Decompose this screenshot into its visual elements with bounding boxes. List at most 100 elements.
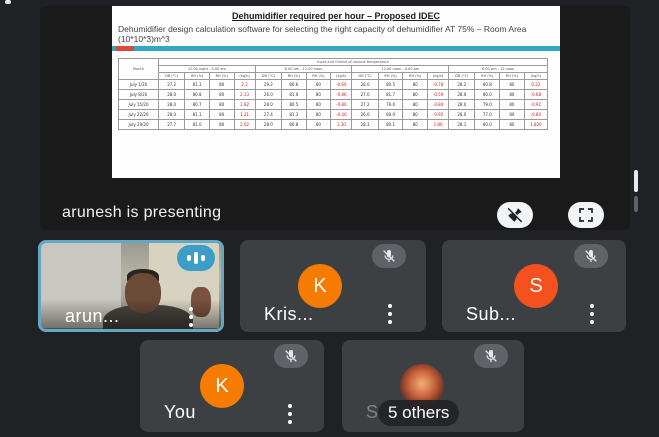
slide-band-accent	[116, 46, 134, 51]
table-header-cell: RH (%)	[208, 72, 235, 80]
table-cell: 80	[208, 99, 235, 110]
presentation-tile[interactable]: Dehumidifier required per hour – Propose…	[40, 6, 630, 230]
participant-name: S	[366, 402, 379, 422]
participant-tile-arun[interactable]: arun...	[38, 240, 224, 332]
table-cell: 28.0	[157, 109, 186, 120]
table-cell: 2.2	[233, 79, 256, 90]
table-cell: 80	[499, 119, 525, 130]
scrollbar-track[interactable]	[634, 196, 638, 212]
slide-subtitle: Dehumidifier design calculation software…	[118, 24, 527, 44]
table-cell: 80	[305, 79, 332, 90]
table-header-period: 12.00 night - 3.00 am	[158, 65, 256, 73]
table-cell: 28.0	[157, 99, 186, 110]
table-cell: 80	[305, 89, 332, 100]
table-cell: 79.0	[377, 99, 404, 110]
fullscreen-icon	[579, 208, 593, 222]
table-cell: 77.0	[474, 109, 501, 120]
table-cell-month: July 22/20	[118, 109, 159, 120]
table-cell: 81.1	[184, 109, 210, 120]
table-header-period: 6.00 pm - 12 noon	[448, 65, 548, 73]
more-options-button[interactable]	[187, 307, 195, 327]
table-cell: 1.82	[233, 99, 256, 110]
table-cell: 81.7	[377, 89, 404, 100]
table-cell: -0.92	[426, 109, 450, 120]
table-cell: 81.3	[184, 79, 210, 90]
more-options-button[interactable]	[588, 304, 596, 324]
participant-tile-kris[interactable]: K Kris...	[240, 240, 426, 332]
participant-name: You	[164, 402, 196, 422]
table-row: July 22/20 28.0 81.1 80 1.21 27.4 81.3 80 -0.40 2…	[118, 109, 549, 120]
table-cell: 80	[402, 99, 428, 110]
table-cell: 2.02	[233, 119, 256, 130]
status-indicator	[5, 0, 11, 4]
table-header-cell: RH (%)	[402, 72, 428, 80]
table-cell: 80	[208, 79, 235, 90]
table-header-cell: (kg/h)	[330, 72, 353, 80]
scrollbar-thumb[interactable]	[634, 170, 638, 192]
table-cell: 28.0	[448, 109, 476, 120]
table-cell: 80	[402, 109, 428, 120]
table-header-cell: RH (%)	[184, 72, 210, 80]
shared-slide: Dehumidifier required per hour – Propose…	[112, 6, 560, 178]
audio-level-icon	[177, 245, 215, 271]
table-cell: -0.68	[523, 89, 549, 100]
more-options-button[interactable]	[286, 404, 294, 424]
table-cell: 80	[208, 89, 235, 100]
table-cell: 80	[499, 79, 525, 90]
table-cell: 80.0	[474, 119, 501, 130]
table-cell: 80	[208, 109, 235, 120]
table-cell: 27.2	[351, 99, 379, 110]
table-cell: 1.80	[426, 119, 450, 130]
table-header-cell: DB (°C)	[254, 72, 283, 80]
table-cell: 28.0	[448, 99, 476, 110]
avatar: S	[514, 264, 558, 308]
presenter-label: arunesh is presenting	[62, 204, 222, 221]
table-cell: 27.4	[254, 109, 283, 120]
table-header-cell: RH (%)	[499, 72, 525, 80]
table-header-cell: (kg/h)	[426, 72, 450, 80]
fullscreen-button[interactable]	[568, 202, 604, 228]
table-cell: -0.60	[330, 79, 353, 90]
participant-name: Sub...	[466, 304, 517, 324]
table-cell: 81.0	[281, 89, 307, 100]
table-header-period: 12.00 noon - 6.00 pm	[351, 65, 450, 73]
table-row: July 1/20 27.2 81.3 80 2.2 29.2 80.6 80 -0.60 28.…	[118, 79, 549, 90]
table-cell: 28.0	[254, 99, 283, 110]
participant-tile-others[interactable]: S 5 others	[342, 340, 524, 432]
table-row: July 15/20 28.0 80.7 80 1.82 28.0 80.5 80 -0.80 2…	[118, 99, 549, 110]
table-cell: 80.8	[474, 79, 501, 90]
table-cell: 28.0	[351, 79, 379, 90]
table-cell-month: July 15/20	[118, 99, 159, 110]
table-cell-month: July 29/20	[118, 119, 159, 130]
table-row: July 8/20 28.0 80.8 80 2.13 26.0 81.0 80 -0.86 27…	[118, 89, 549, 100]
table-header-month: Month	[118, 58, 159, 80]
participant-tile-sub[interactable]: S Sub...	[442, 240, 626, 332]
avatar: K	[298, 264, 342, 308]
table-cell: 28.1	[448, 119, 476, 130]
table-cell: 28.0	[254, 119, 283, 130]
table-cell: 27.7	[157, 119, 186, 130]
table-cell: -0.92	[523, 99, 549, 110]
table-cell: 80.5	[377, 79, 404, 90]
participant-name: Kris...	[264, 304, 314, 324]
more-options-button[interactable]	[386, 304, 394, 324]
table-cell: 80	[402, 119, 428, 130]
table-cell: -0.80	[330, 99, 353, 110]
others-count-badge[interactable]: 5 others	[378, 400, 460, 426]
table-cell: 80.0	[474, 89, 501, 100]
table-header-cell: DB (°C)	[351, 72, 379, 80]
mic-off-icon	[574, 244, 608, 268]
table-cell: 81.0	[184, 119, 210, 130]
participant-name: arun...	[65, 306, 120, 326]
unpin-button[interactable]	[497, 202, 533, 228]
table-header-period: 6.00 am - 12.00 noon	[254, 65, 353, 73]
table-cell: -0.59	[426, 89, 450, 100]
table-cell: 81.3	[281, 109, 307, 120]
participant-tile-you[interactable]: K You	[140, 340, 324, 432]
table-cell: 26.0	[254, 89, 283, 100]
table-cell: 80	[208, 119, 235, 130]
table-cell: 80	[499, 99, 525, 110]
table-cell: 80	[499, 109, 525, 120]
table-cell: 27.2	[157, 79, 186, 90]
slide-title: Dehumidifier required per hour – Propose…	[231, 11, 441, 21]
